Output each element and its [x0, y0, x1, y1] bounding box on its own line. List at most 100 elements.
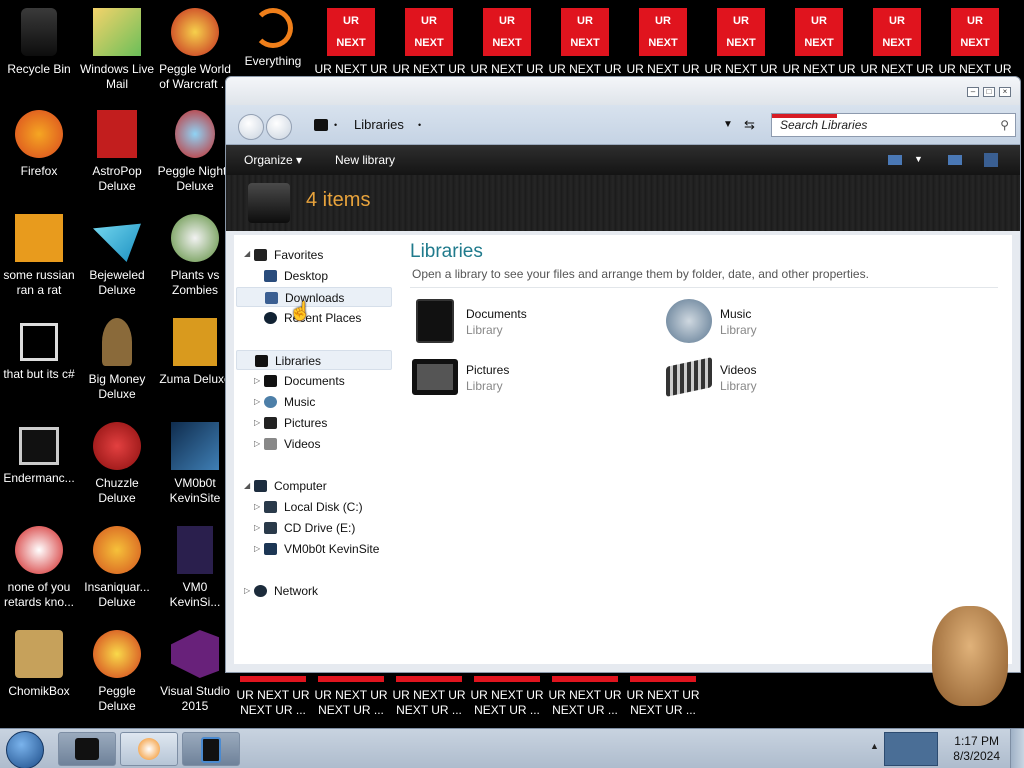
desktop-icon-label: Firefox	[20, 164, 58, 178]
desktop-icon-ur-next[interactable]: UR NEXT UR NEXT UR	[390, 8, 468, 77]
search-input[interactable]: Search Libraries ⚲	[771, 113, 1016, 137]
desktop-icon-insaniquarium[interactable]: Insaniquar... Deluxe	[78, 526, 156, 610]
view-dropdown-icon[interactable]: ▼	[914, 154, 923, 164]
red-ur-next-icon: UR NEXT	[561, 8, 609, 56]
libraries-icon	[314, 119, 328, 131]
plant-icon	[171, 214, 219, 262]
preview-pane-icon[interactable]	[948, 155, 962, 165]
desktop-icon-ur-next[interactable]: UR NEXT UR NEXT UR	[312, 8, 390, 77]
nav-pictures[interactable]: Pictures	[234, 413, 327, 433]
taskbar-media-player-button[interactable]	[120, 732, 178, 766]
search-placeholder: Search Libraries	[780, 118, 868, 132]
nav-vm-site[interactable]: VM0b0t KevinSite	[234, 539, 379, 559]
desktop-icon-peggle-wow[interactable]: Peggle World of Warcraft ...	[156, 8, 234, 92]
address-bar[interactable]: • Libraries • ▼ ⇆	[308, 112, 755, 138]
desktop-icon-ur-next[interactable]: UR NEXT UR NEXT UR ...	[312, 676, 390, 724]
command-bar: Organize ▾ New library ▼	[226, 145, 1020, 175]
desktop-icon-ur-next[interactable]: UR NEXT UR NEXT UR ...	[468, 676, 546, 724]
address-dropdown-icon[interactable]: ▼	[723, 112, 733, 138]
desktop-icon-plants-vs-zombies[interactable]: Plants vs Zombies	[156, 214, 234, 298]
desktop-icon-ur-next[interactable]: UR NEXT UR NEXT UR	[858, 8, 936, 77]
nav-favorites[interactable]: Favorites	[234, 245, 323, 265]
desktop-icon-visual-studio[interactable]: Visual Studio 2015	[156, 630, 234, 714]
tray-app-icon[interactable]	[884, 732, 938, 766]
search-icon[interactable]: ⚲	[1000, 114, 1009, 136]
back-button[interactable]	[238, 114, 264, 140]
nav-local-disk[interactable]: Local Disk (C:)	[234, 497, 363, 517]
desktop-icon-ur-next[interactable]: UR NEXT UR NEXT UR	[780, 8, 858, 77]
disk-icon	[264, 501, 277, 513]
desktop-icon-ur-next[interactable]: UR NEXT UR NEXT UR	[546, 8, 624, 77]
red-ur-next-icon: UR NEXT	[327, 8, 375, 56]
nav-documents[interactable]: Documents	[234, 371, 345, 391]
start-button[interactable]	[6, 731, 44, 768]
game-icon	[93, 630, 141, 678]
close-button[interactable]: ×	[999, 87, 1011, 97]
organize-button[interactable]: Organize ▾	[244, 153, 302, 167]
breadcrumb-libraries[interactable]: Libraries	[354, 112, 404, 138]
desktop-icon-peggle-nights[interactable]: Peggle Nights Deluxe	[156, 110, 234, 194]
refresh-icon[interactable]: ⇆	[744, 112, 755, 138]
nav-libraries[interactable]: Libraries	[236, 350, 392, 370]
library-item-videos[interactable]: Videos Library	[666, 355, 906, 399]
new-library-button[interactable]: New library	[335, 153, 395, 167]
desktop-icon-ur-next[interactable]: UR NEXT UR NEXT UR ...	[546, 676, 624, 724]
desktop-icon-astropop[interactable]: AstroPop Deluxe	[78, 110, 156, 194]
desktop-icon-ur-next[interactable]: UR NEXT UR NEXT UR	[936, 8, 1014, 77]
desktop-icon-big-money[interactable]: Big Money Deluxe	[78, 318, 156, 402]
minimize-button[interactable]: –	[967, 87, 979, 97]
desktop-icon-label: some russian ran a rat	[3, 268, 75, 297]
tray-arrow-icon[interactable]: ▲	[870, 741, 879, 751]
library-item-music[interactable]: Music Library	[666, 299, 906, 343]
desktop-icon-windows-live-mail[interactable]: Windows Live Mail	[78, 8, 156, 92]
desktop-icon-label: Bejeweled Deluxe	[89, 268, 145, 297]
nav-computer[interactable]: Computer	[234, 476, 327, 496]
view-options-icon[interactable]	[888, 155, 902, 165]
forward-button[interactable]	[266, 114, 292, 140]
desktop-icon-everything[interactable]: Everything	[234, 8, 312, 69]
help-icon[interactable]	[984, 153, 998, 167]
library-item-pictures[interactable]: Pictures Library	[412, 355, 652, 399]
desktop-icon-label: Zuma Deluxe	[159, 372, 231, 386]
desktop-icon-csharp[interactable]: that but its c#	[0, 318, 78, 382]
desktop-icon-bejeweled[interactable]: Bejeweled Deluxe	[78, 214, 156, 298]
desktop-icon-ur-next[interactable]: UR NEXT UR NEXT UR	[624, 8, 702, 77]
nav-downloads[interactable]: Downloads	[236, 287, 392, 307]
nav-desktop[interactable]: Desktop	[234, 266, 328, 286]
desktop-icon-peggle-deluxe[interactable]: Peggle Deluxe	[78, 630, 156, 714]
desktop-icon-vm0b0t-kevinsite[interactable]: VM0b0t KevinSite	[156, 422, 234, 506]
desktop-icon-recycle-bin[interactable]: Recycle Bin	[0, 8, 78, 77]
maximize-button[interactable]: □	[983, 87, 995, 97]
taskbar-explorer-button[interactable]	[58, 732, 116, 766]
desktop-icon-zuma[interactable]: Zuma Deluxe	[156, 318, 234, 387]
desktop-icon-russian[interactable]: some russian ran a rat	[0, 214, 78, 298]
desktop-icon-chomikbox[interactable]: ChomikBox	[0, 630, 78, 699]
desktop-icon-vm0-kevinsi[interactable]: VM0 KevinSi...	[156, 526, 234, 610]
nav-network[interactable]: Network	[234, 581, 318, 601]
desktop-icon-ur-next[interactable]: UR NEXT UR NEXT UR ...	[234, 676, 312, 724]
desktop-icon-ur-next[interactable]: UR NEXT UR NEXT UR ...	[624, 676, 702, 724]
desktop-icon-ur-next[interactable]: UR NEXT UR NEXT UR	[468, 8, 546, 77]
desktop-icon-chuzzle[interactable]: Chuzzle Deluxe	[78, 422, 156, 506]
shortcut-icon	[177, 526, 213, 574]
nav-music[interactable]: Music	[234, 392, 315, 412]
nav-cd-drive[interactable]: CD Drive (E:)	[234, 518, 355, 538]
libraries-large-icon	[248, 183, 290, 223]
desktop-icon-ur-next[interactable]: UR NEXT UR NEXT UR	[702, 8, 780, 77]
red-ur-next-icon: UR NEXT	[717, 8, 765, 56]
show-desktop-button[interactable]	[1010, 729, 1024, 768]
desktop-icon-firefox[interactable]: Firefox	[0, 110, 78, 179]
desktop-icon-label: UR NEXT UR	[860, 62, 934, 76]
desktop-icon-ur-next[interactable]: UR NEXT UR NEXT UR ...	[390, 676, 468, 724]
desktop-icon-endermanc[interactable]: Endermanc...	[0, 422, 78, 486]
desktop-icon-none-of-you[interactable]: none of you retards kno...	[0, 526, 78, 610]
title-bar[interactable]: – □ ×	[226, 77, 1020, 105]
nav-videos[interactable]: Videos	[234, 434, 320, 454]
desktop-icon-label: Endermanc...	[3, 471, 75, 485]
library-item-documents[interactable]: Documents Library	[412, 299, 652, 343]
desktop-icon-label: VM0b0t KevinSite	[169, 476, 221, 505]
recycle-bin-icon	[21, 8, 57, 56]
taskbar-app-button[interactable]	[182, 732, 240, 766]
system-clock[interactable]: 1:17 PM 8/3/2024	[953, 734, 1000, 764]
breadcrumb-chevron-icon[interactable]: •	[418, 112, 421, 138]
